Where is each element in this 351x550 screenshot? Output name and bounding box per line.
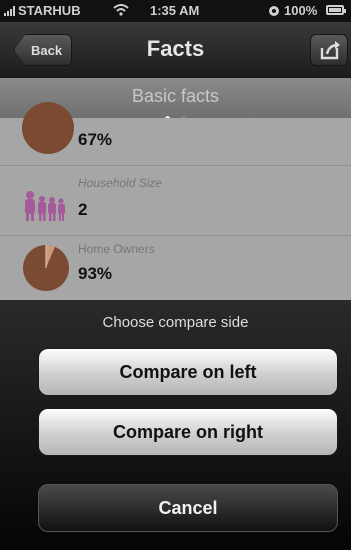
share-icon bbox=[320, 41, 340, 60]
fact-row: Home Owners 93% bbox=[0, 236, 351, 300]
fact-row: 67% bbox=[0, 102, 351, 166]
pie-chart-icon bbox=[23, 244, 69, 291]
fact-value: 93% bbox=[78, 264, 113, 283]
navigation-bar: Back Facts bbox=[0, 22, 351, 79]
fact-value: 2 bbox=[78, 200, 88, 219]
compare-action-sheet: Choose compare side Compare on left Comp… bbox=[0, 300, 351, 550]
carrier-name: STARHUB bbox=[18, 3, 81, 18]
alarm-icon bbox=[269, 6, 279, 16]
fact-row: Household Size 2 bbox=[0, 166, 351, 236]
battery-percent: 100% bbox=[284, 3, 318, 18]
battery-icon bbox=[326, 5, 346, 15]
facts-content: Basic facts 67% Household Size 2 Home Ow… bbox=[0, 78, 351, 300]
cancel-button[interactable]: Cancel bbox=[38, 484, 338, 532]
page-title: Facts bbox=[146, 36, 205, 61]
household-people-icon bbox=[25, 191, 65, 221]
status-bar: STARHUB 1:35 AM 100% bbox=[0, 0, 351, 22]
compare-left-button[interactable]: Compare on left bbox=[38, 348, 338, 396]
fact-label: Household Size bbox=[78, 176, 163, 190]
status-time: 1:35 AM bbox=[150, 3, 200, 18]
share-button[interactable] bbox=[310, 34, 348, 66]
wifi-icon bbox=[113, 4, 129, 16]
fact-value: 67% bbox=[78, 130, 113, 149]
pie-chart-icon bbox=[22, 102, 74, 154]
signal-strength-icon bbox=[4, 6, 16, 16]
action-sheet-title: Choose compare side bbox=[102, 314, 249, 331]
fact-label: Home Owners bbox=[78, 242, 155, 256]
compare-right-button[interactable]: Compare on right bbox=[38, 408, 338, 456]
